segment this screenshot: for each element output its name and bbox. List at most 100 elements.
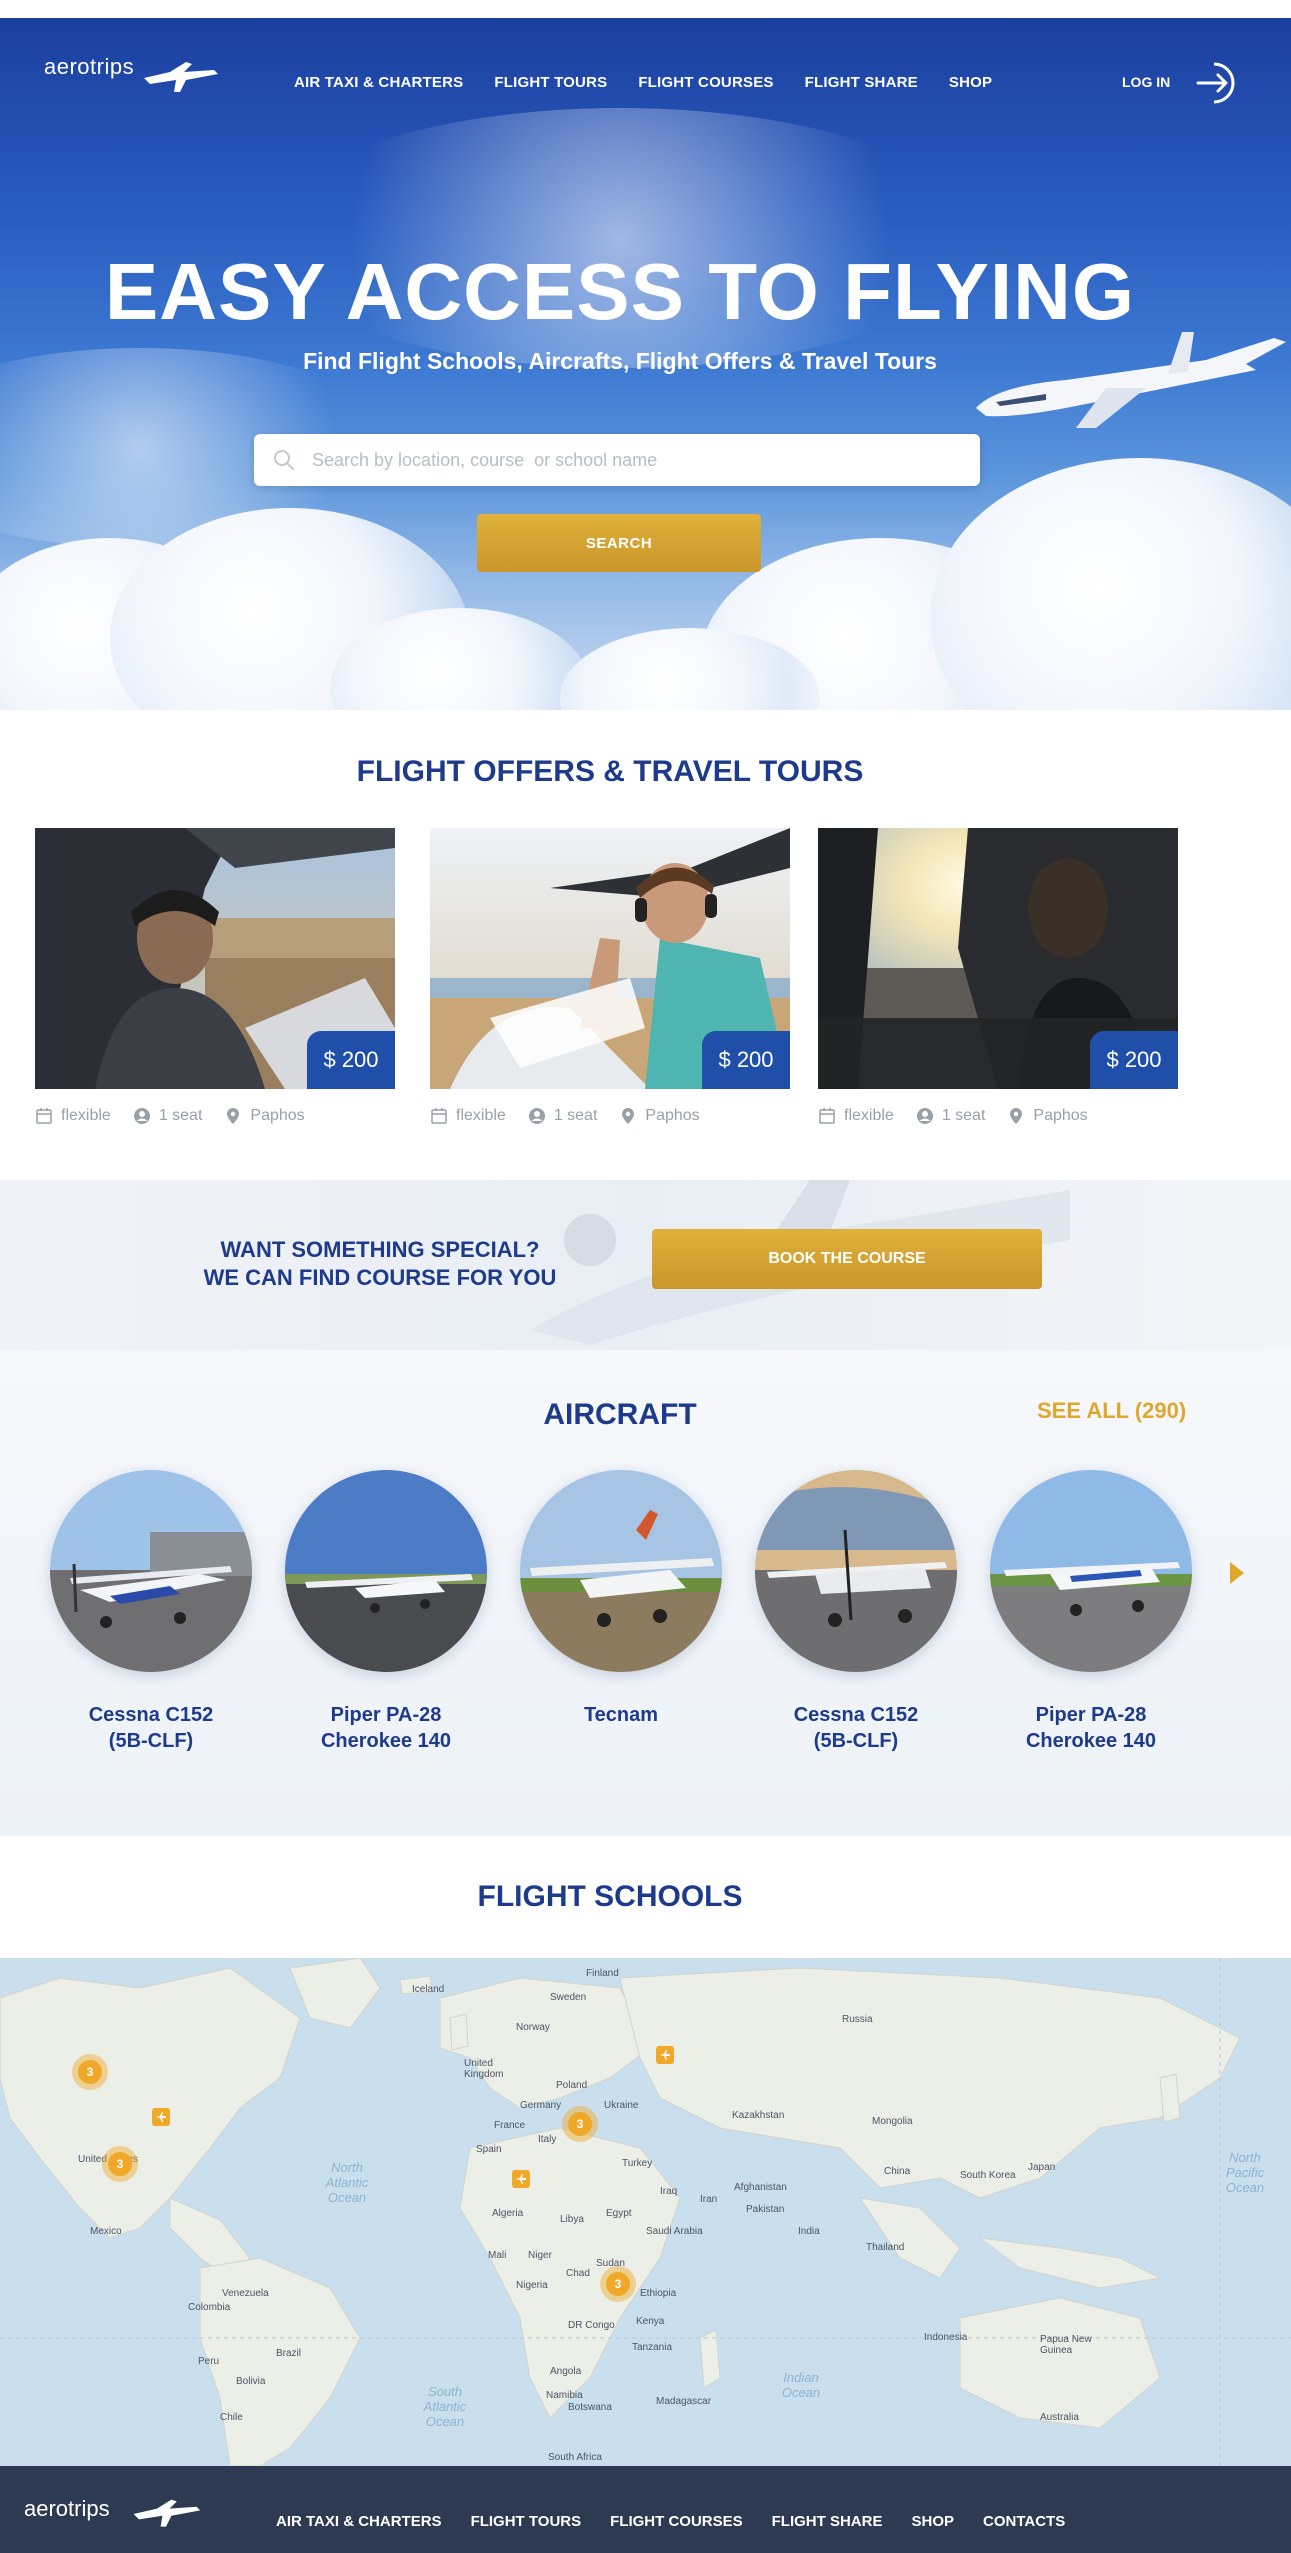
flight-schools-map[interactable]: Iceland Finland Sweden Norway Russia Uni… [0, 1958, 1291, 2466]
meta-date: flexible [818, 1107, 894, 1125]
aircraft-photo[interactable] [50, 1470, 252, 1672]
aircraft-name: Piper PA-28 Cherokee 140 [271, 1702, 501, 1754]
aircraft-photo[interactable] [755, 1470, 957, 1672]
map-label: United Kingdom [464, 2058, 504, 2080]
footer-item-flight-tours[interactable]: FLIGHT TOURS [471, 2513, 582, 2530]
plane-pin-icon [516, 2174, 526, 2184]
meta-location: Paphos [224, 1107, 305, 1125]
price-badge: $ 200 [702, 1031, 790, 1089]
map-label: Botswana [568, 2402, 612, 2413]
map-label: Thailand [866, 2242, 905, 2253]
map-label: Namibia [546, 2390, 583, 2401]
aircraft-photo[interactable] [285, 1470, 487, 1672]
ocean-label: South Atlantic Ocean [423, 2384, 467, 2429]
nav-item-shop[interactable]: SHOP [949, 74, 992, 91]
offer-card[interactable]: $ 200 flexible 1 seat Paphos [430, 828, 790, 1128]
school-cluster-marker[interactable]: 3 [562, 2106, 598, 2142]
cluster-count: 3 [108, 2152, 132, 2176]
aircraft-model: Cessna C152 [793, 1704, 919, 1726]
map-label: Mongolia [872, 2116, 913, 2127]
cluster-count: 3 [78, 2060, 102, 2084]
nav-item-flight-courses[interactable]: FLIGHT COURSES [638, 74, 773, 91]
map-label: Tanzania [632, 2342, 673, 2353]
search-input[interactable] [312, 446, 952, 474]
aircraft-image [50, 1470, 252, 1672]
offer-image-happy-pilot[interactable]: $ 200 [430, 828, 790, 1089]
map-label: Saudi Arabia [646, 2226, 703, 2237]
footer-item-contacts[interactable]: CONTACTS [983, 2513, 1065, 2530]
footer-item-flight-courses[interactable]: FLIGHT COURSES [610, 2513, 743, 2530]
map-label: Venezuela [222, 2288, 269, 2299]
map-label: Spain [476, 2144, 502, 2155]
map-label: Bolivia [236, 2376, 266, 2387]
meta-date-text: flexible [456, 1107, 506, 1124]
aircraft-name: Tecnam [506, 1702, 736, 1728]
aircraft-name: Cessna C152 (5B-CLF) [36, 1702, 266, 1754]
offer-card[interactable]: $ 200 flexible 1 seat Paphos [35, 828, 395, 1128]
cta-banner: WANT SOMETHING SPECIAL? WE CAN FIND COUR… [0, 1180, 1291, 1350]
price-badge: $ 200 [307, 1031, 395, 1089]
meta-date: flexible [430, 1107, 506, 1125]
school-cluster-marker[interactable]: 3 [72, 2054, 108, 2090]
map-label: Iraq [660, 2186, 678, 2197]
offer-image-sunset-cockpit[interactable]: $ 200 [818, 828, 1178, 1089]
school-pin-marker[interactable] [512, 2170, 530, 2188]
school-cluster-marker[interactable]: 3 [102, 2146, 138, 2182]
school-cluster-marker[interactable]: 3 [600, 2266, 636, 2302]
map-label: Iceland [412, 1984, 445, 1995]
nav-item-air-taxi[interactable]: AIR TAXI & CHARTERS [294, 74, 463, 91]
nav-item-flight-tours[interactable]: FLIGHT TOURS [494, 74, 607, 91]
nav-item-flight-share[interactable]: FLIGHT SHARE [805, 74, 918, 91]
plane-logo-icon [144, 62, 218, 92]
meta-seats-text: 1 seat [941, 1107, 986, 1124]
chevron-right-icon[interactable] [1226, 1560, 1246, 1586]
login-link[interactable]: LOG IN [1122, 74, 1170, 90]
footer-item-air-taxi[interactable]: AIR TAXI & CHARTERS [276, 2513, 442, 2530]
aircraft-photo[interactable] [990, 1470, 1192, 1672]
map-label: Colombia [188, 2302, 231, 2313]
main-nav: AIR TAXI & CHARTERS FLIGHT TOURS FLIGHT … [294, 74, 1023, 91]
see-all-aircraft-link[interactable]: SEE ALL (290) [1037, 1398, 1186, 1424]
aircraft-photo[interactable] [520, 1470, 722, 1672]
book-course-button[interactable]: BOOK THE COURSE [652, 1229, 1042, 1289]
offers-section-title: FLIGHT OFFERS & TRAVEL TOURS [356, 755, 864, 788]
map-label: Poland [556, 2080, 588, 2091]
meta-seats-text: 1 seat [553, 1107, 598, 1124]
aircraft-card[interactable]: Cessna C152 (5B-CLF) [741, 1470, 971, 1770]
map-label: Japan [1028, 2162, 1056, 2173]
footer-logo-text[interactable]: aerotrips [24, 2496, 110, 2522]
cta-line-2: WE CAN FIND COURSE FOR YOU [203, 1265, 557, 1290]
search-button[interactable]: SEARCH [477, 514, 761, 572]
map-label: India [798, 2226, 820, 2237]
footer-item-shop[interactable]: SHOP [911, 2513, 954, 2530]
aircraft-image [990, 1470, 1192, 1672]
map-label: Finland [586, 1968, 619, 1979]
aircraft-card[interactable]: Tecnam [506, 1470, 736, 1770]
aircraft-registration: (5B-CLF) [813, 1730, 899, 1752]
map-label: Chad [566, 2268, 590, 2279]
logo-text[interactable]: aerotrips [44, 54, 134, 80]
aircraft-image [520, 1470, 722, 1672]
aircraft-card[interactable]: Piper PA-28 Cherokee 140 [271, 1470, 501, 1770]
offer-card[interactable]: $ 200 flexible 1 seat Paphos [818, 828, 1178, 1128]
aircraft-card[interactable]: Cessna C152 (5B-CLF) [36, 1470, 266, 1770]
map-label: Germany [520, 2100, 562, 2111]
user-icon [528, 1108, 545, 1124]
map-label: China [884, 2166, 911, 2177]
ocean-label: Indian Ocean [781, 2370, 821, 2400]
aircraft-card[interactable]: Piper PA-28 Cherokee 140 [976, 1470, 1206, 1770]
login-icon[interactable] [1192, 60, 1238, 106]
aircraft-image [755, 1470, 957, 1672]
meta-location: Paphos [619, 1107, 700, 1125]
school-pin-marker[interactable] [656, 2046, 674, 2064]
aircraft-registration: Cherokee 140 [320, 1730, 452, 1752]
aircraft-registration: (5B-CLF) [108, 1730, 194, 1752]
calendar-icon [819, 1108, 835, 1124]
map-label: France [494, 2120, 526, 2131]
offer-image-pilot-cockpit[interactable]: $ 200 [35, 828, 395, 1089]
school-pin-marker[interactable] [152, 2108, 170, 2126]
meta-seats: 1 seat [528, 1107, 598, 1125]
footer-item-flight-share[interactable]: FLIGHT SHARE [772, 2513, 883, 2530]
plane-pin-icon [156, 2112, 166, 2122]
map-label: South Africa [548, 2452, 602, 2463]
